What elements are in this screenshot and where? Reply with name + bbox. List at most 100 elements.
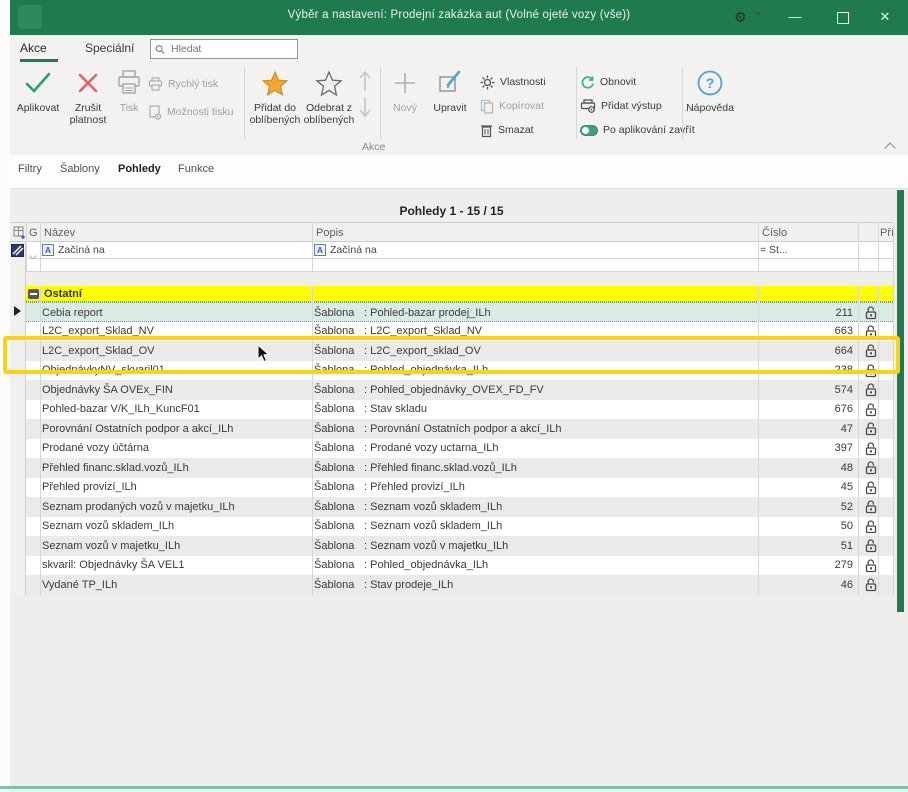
unlock-icon — [864, 460, 878, 478]
gear-icon — [480, 75, 495, 90]
ribbon-search-box[interactable] — [150, 39, 298, 59]
row-popis: Šablona: Prodané vozy uctarna_ILh — [314, 442, 499, 454]
row-popis: Šablona: Přehled provizí_ILh — [314, 481, 465, 493]
row-nazev: Objednávky ŠA OVEx_FIN — [42, 384, 173, 396]
napoveda-button[interactable]: ? Nápověda — [686, 63, 734, 145]
column-header-nazev[interactable]: Název — [44, 227, 75, 239]
tab-sablony[interactable]: Šablony — [60, 163, 100, 175]
table-caption: Pohledy 1 - 15 / 15 — [10, 204, 893, 218]
odebrat-z-oblibenych-button[interactable]: Odebrat z oblíbených — [302, 63, 356, 145]
move-down-button[interactable] — [358, 95, 372, 124]
row-nazev: ObjednávkyNV_skvaril01 — [42, 364, 165, 376]
search-input[interactable] — [169, 42, 293, 56]
ribbon-separator — [576, 67, 577, 139]
minimize-button[interactable]: — — [782, 6, 808, 28]
table-row[interactable]: Cebia report Šablona: Pohled-bazar prode… — [26, 302, 893, 322]
unlock-icon — [864, 363, 878, 381]
table-row[interactable]: Seznam prodaných vozů v majetku_ILh Šabl… — [26, 497, 893, 517]
upravit-button[interactable]: Upravit — [426, 63, 474, 145]
ribbon-tab-akce[interactable]: Akce — [20, 41, 47, 55]
table-row[interactable]: Vydané TP_ILh Šablona: Stav prodeje_ILh … — [26, 575, 893, 595]
novy-button[interactable]: Nový — [384, 63, 426, 145]
aplikovat-button[interactable]: Aplikovat — [12, 63, 64, 145]
table-row[interactable]: Prodané vozy účtárna Šablona: Prodané vo… — [26, 439, 893, 459]
table-row[interactable]: Pohled-bazar V/K_ILh_KuncF01 Šablona: St… — [26, 400, 893, 420]
ribbon-tab-specialni[interactable]: Speciální — [85, 41, 134, 55]
vlastnosti-button[interactable]: Vlastnosti — [480, 73, 546, 91]
kopirovat-button[interactable]: Kopírovat — [480, 97, 544, 115]
grid-line — [312, 286, 313, 595]
table-row[interactable]: Seznam vozů v majetku_ILh Šablona: Sezna… — [26, 536, 893, 556]
row-cislo: 211 — [835, 307, 853, 319]
trash-icon — [480, 123, 493, 138]
smazat-button[interactable]: Smazat — [480, 121, 534, 139]
tab-pohledy[interactable]: Pohledy — [118, 163, 161, 175]
settings-gear-icon[interactable]: ⚙ — [734, 8, 747, 26]
gear-dropdown-chevron-icon[interactable] — [754, 12, 762, 16]
move-up-button[interactable] — [358, 69, 372, 98]
filter-popis[interactable]: A Začíná na — [314, 244, 377, 256]
table-row[interactable]: Objednávky ŠA OVEx_FIN Šablona: Pohled_o… — [26, 380, 893, 400]
moznosti-tisku-button[interactable]: Možnosti tisku — [148, 103, 234, 121]
unlock-icon — [864, 499, 878, 517]
tisk-button[interactable]: Tisk — [112, 63, 146, 145]
column-header-pristup[interactable]: Přís — [880, 227, 893, 239]
table-row[interactable]: Přehled provizí_ILh Šablona: Přehled pro… — [26, 478, 893, 498]
tab-filtry[interactable]: Filtry — [18, 163, 42, 175]
column-header-cislo[interactable]: Číslo — [762, 227, 787, 239]
zrusit-platnost-button[interactable]: Zrušit platnost — [64, 63, 112, 145]
unlock-icon — [864, 382, 878, 400]
filter-cislo[interactable]: = St... — [760, 244, 788, 256]
filter-nazev[interactable]: A Začíná na — [42, 244, 105, 256]
pridat-vystup-button[interactable]: Přidat výstup — [580, 97, 662, 115]
row-popis: Šablona: Stav prodeje_ILh — [314, 579, 453, 591]
row-cislo: 48 — [841, 462, 853, 474]
table-row[interactable]: ObjednávkyNV_skvaril01 Šablona: Pohled_o… — [26, 361, 893, 381]
filter-icon[interactable] — [11, 244, 24, 262]
print-options-icon — [148, 105, 162, 120]
table-row[interactable]: Porovnání Ostatních podpor a akcí_ILh Ša… — [26, 419, 893, 439]
current-row-arrow-icon — [14, 306, 21, 316]
grid-line — [40, 222, 41, 272]
row-popis: Šablona: Seznam vozů skladem_ILh — [314, 520, 502, 532]
chevron-down-icon[interactable] — [29, 247, 37, 252]
rychly-tisk-button[interactable]: Rychlý tisk — [148, 75, 218, 93]
column-chooser-icon[interactable] — [13, 226, 26, 242]
row-indicator-column — [10, 222, 26, 595]
row-popis: Šablona: Porovnání Ostatních podpor a ak… — [314, 423, 562, 435]
maximize-button[interactable] — [830, 6, 856, 28]
table-row[interactable]: Přehled financ.sklad.vozů_ILh Šablona: P… — [26, 458, 893, 478]
unlock-icon — [864, 402, 878, 420]
tab-funkce[interactable]: Funkce — [178, 163, 214, 175]
row-cislo: 663 — [835, 325, 853, 337]
row-popis: Šablona: Stav skladu — [314, 403, 427, 415]
refresh-icon — [580, 75, 595, 90]
window-title: Výběr a nastavení: Prodejní zakázka aut … — [10, 9, 908, 21]
window-bottom-edge — [0, 786, 908, 789]
table-row[interactable]: Seznam vozů skladem_ILh Šablona: Seznam … — [26, 517, 893, 537]
grid-line — [878, 286, 879, 595]
close-button[interactable]: ✕ — [872, 6, 898, 28]
row-nazev: Seznam vozů skladem_ILh — [42, 520, 174, 532]
view-tab-strip: Filtry Šablony Pohledy Funkce — [10, 155, 908, 189]
po-aplikovani-zavrit-toggle[interactable]: Po aplikování zavřít — [580, 121, 695, 139]
table-row[interactable]: L2C_export_Sklad_NV Šablona: L2C_export_… — [26, 322, 893, 342]
ribbon-separator — [380, 67, 381, 139]
unlock-icon — [864, 519, 878, 537]
row-nazev: Přehled provizí_ILh — [42, 481, 137, 493]
collapse-ribbon-icon[interactable] — [886, 141, 895, 150]
collapse-group-icon[interactable] — [28, 289, 39, 299]
grid-line — [858, 222, 859, 272]
row-nazev: skvaril: Objednávky ŠA VEL1 — [42, 559, 184, 571]
add-output-icon — [580, 99, 596, 113]
table-row[interactable]: skvaril: Objednávky ŠA VEL1 Šablona: Poh… — [26, 556, 893, 576]
begins-with-icon: A — [42, 244, 54, 256]
obnovit-button[interactable]: Obnovit — [580, 73, 636, 91]
column-header-popis[interactable]: Popis — [316, 227, 344, 239]
table-row[interactable]: L2C_export_Sklad_OV Šablona: L2C_export_… — [26, 341, 893, 361]
pridat-do-oblibenych-button[interactable]: Přidat do oblíbených — [248, 63, 302, 145]
column-header-g[interactable]: G — [29, 227, 38, 239]
group-row[interactable]: Ostatní — [26, 286, 893, 302]
filter-row-corner — [10, 242, 26, 259]
row-popis: Šablona: L2C_export_Sklad_NV — [314, 325, 482, 337]
